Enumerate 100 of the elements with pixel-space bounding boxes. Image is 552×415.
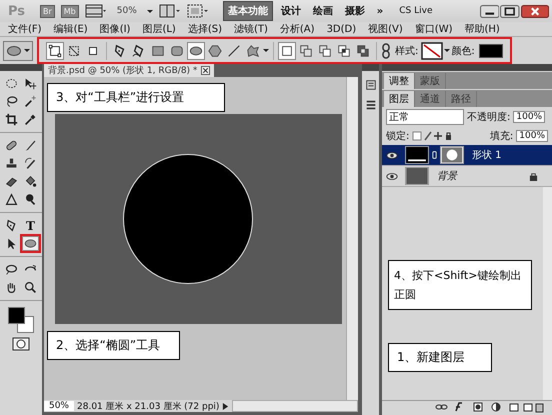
minimize-icon[interactable] — [480, 4, 500, 18]
vector-mask-thumbnail — [440, 146, 464, 164]
close-icon[interactable] — [201, 66, 210, 75]
blob-shape-icon — [246, 44, 260, 58]
panel-header-bar — [0, 64, 42, 71]
hand-icon — [5, 281, 18, 294]
blend-mode-dropdown[interactable]: 正常 — [386, 109, 464, 125]
layer-name: 背景 — [437, 170, 459, 183]
shape-layer-icon — [48, 44, 62, 58]
path-icon — [67, 44, 81, 58]
quick-mask-icon[interactable] — [12, 337, 30, 351]
pen-nib-icon — [5, 219, 18, 232]
dodge-icon — [24, 193, 37, 206]
layer-thumbnail — [405, 167, 429, 185]
combine-mode-button[interactable] — [278, 42, 296, 60]
panel-header-bar — [362, 64, 379, 71]
move-arrow-icon — [24, 77, 37, 90]
tool-button[interactable] — [3, 192, 20, 207]
opacity-label: 不透明度: — [467, 110, 510, 124]
lock-options-icon[interactable] — [412, 131, 452, 141]
panel-tab[interactable]: 调整 — [384, 73, 415, 89]
panel-tab[interactable]: 蒙版 — [415, 73, 446, 89]
caret-icon[interactable] — [146, 10, 153, 12]
caret-icon — [24, 49, 30, 52]
shape-tool-button[interactable] — [187, 42, 205, 60]
layer-name: 形状 1 — [472, 148, 503, 162]
rounded-rectangle-icon — [170, 44, 184, 58]
menu-item[interactable]: 帮助(H) — [464, 22, 500, 36]
workspace-button[interactable]: 设计 — [276, 1, 305, 21]
play-icon[interactable] — [222, 402, 230, 410]
annotation-note: 3、对“工具栏”进行设置 — [47, 83, 225, 112]
style-label: 样式: — [395, 44, 418, 58]
fill-field[interactable]: 100% — [516, 130, 548, 142]
tool-button[interactable] — [3, 112, 20, 127]
menu-item[interactable]: 滤镜(T) — [234, 22, 268, 36]
tool-button[interactable] — [22, 280, 39, 295]
more-workspaces-button[interactable]: » — [372, 1, 388, 21]
layer-actions-icon[interactable] — [434, 401, 546, 413]
menu-item[interactable]: 图像(I) — [100, 22, 130, 36]
tool-button[interactable] — [22, 94, 39, 109]
ellipse-icon — [189, 44, 203, 58]
eye-icon[interactable] — [386, 150, 398, 160]
menu-item[interactable]: 文件(F) — [8, 22, 42, 36]
layer-row[interactable]: 背景 — [382, 166, 552, 187]
chain-link-icon[interactable] — [432, 150, 437, 160]
properties-panel-icon[interactable] — [364, 99, 376, 111]
menu-item[interactable]: 编辑(E) — [54, 22, 88, 36]
color-swatch[interactable] — [478, 44, 503, 58]
close-icon[interactable] — [520, 4, 549, 18]
caret-icon[interactable] — [444, 49, 450, 52]
square-icon — [280, 44, 294, 58]
layout-icon[interactable] — [158, 4, 181, 18]
lock-label: 锁定: — [386, 130, 410, 143]
history-panel-icon[interactable] — [364, 79, 376, 91]
workspace-button[interactable]: 摄影 — [340, 1, 369, 21]
menu-item[interactable]: 窗口(W) — [414, 22, 452, 36]
pen-nib-icon — [113, 44, 127, 58]
color-swatches-icon[interactable] — [8, 307, 34, 333]
path-mode-button[interactable] — [46, 42, 64, 60]
document-info: 28.01 厘米 x 21.03 厘米 (72 ppi) — [77, 400, 220, 412]
scrollbar[interactable] — [346, 77, 358, 400]
lasso-icon — [5, 95, 18, 108]
color-label: 颜色: — [451, 44, 475, 58]
subtract-squares-icon — [318, 44, 332, 58]
menu-item[interactable]: 3D(D) — [326, 24, 356, 34]
menu-item[interactable]: 视图(V) — [368, 22, 403, 36]
freeform-pen-icon — [132, 44, 146, 58]
zoom-dropdown[interactable]: 50% — [112, 6, 141, 16]
workspace-button[interactable]: 绘画 — [308, 1, 337, 21]
tool-button[interactable]: T — [22, 218, 39, 233]
triangle-icon — [5, 193, 18, 206]
eye-icon[interactable] — [386, 172, 398, 180]
hexagon-icon — [208, 44, 222, 58]
annotation-note: 4、按下<Shift>键绘制出正圆 — [388, 260, 532, 310]
tool-preset-picker[interactable] — [3, 40, 33, 60]
menu-item[interactable]: 分析(A) — [280, 22, 315, 36]
ellipse-icon — [24, 237, 37, 250]
scrollbar[interactable] — [232, 400, 358, 412]
caret-icon[interactable] — [263, 49, 269, 52]
menu-item[interactable]: 图层(L) — [142, 22, 176, 36]
cs-live-button[interactable]: CS Live — [399, 6, 432, 16]
layer-row[interactable]: 形状 1 — [382, 145, 552, 166]
screen-mode-icon[interactable] — [186, 4, 209, 18]
menu-item[interactable]: 选择(S) — [188, 22, 222, 36]
diagonal-line-icon — [227, 44, 241, 58]
restore-icon[interactable] — [500, 4, 520, 18]
chain-link-icon[interactable] — [381, 42, 391, 58]
zoom-field[interactable]: 50% — [44, 401, 74, 411]
annotation-note: 1、新建图层 — [388, 343, 492, 372]
film-strip-icon[interactable] — [84, 4, 107, 18]
opacity-field[interactable]: 100% — [513, 111, 546, 123]
paint-bucket-icon — [24, 175, 37, 188]
no-style-swatch[interactable] — [421, 42, 444, 60]
tool-button[interactable] — [3, 262, 20, 277]
layer-thumbnail — [405, 146, 429, 164]
rectangle-icon — [151, 44, 165, 58]
tool-button[interactable] — [22, 236, 39, 251]
workspace-button[interactable]: 基本功能 — [222, 1, 273, 21]
panel-tab[interactable]: 图层 — [384, 91, 415, 107]
document-tab[interactable]: 背景.psd @ 50% (形状 1, RGB/8) * — [44, 64, 214, 77]
